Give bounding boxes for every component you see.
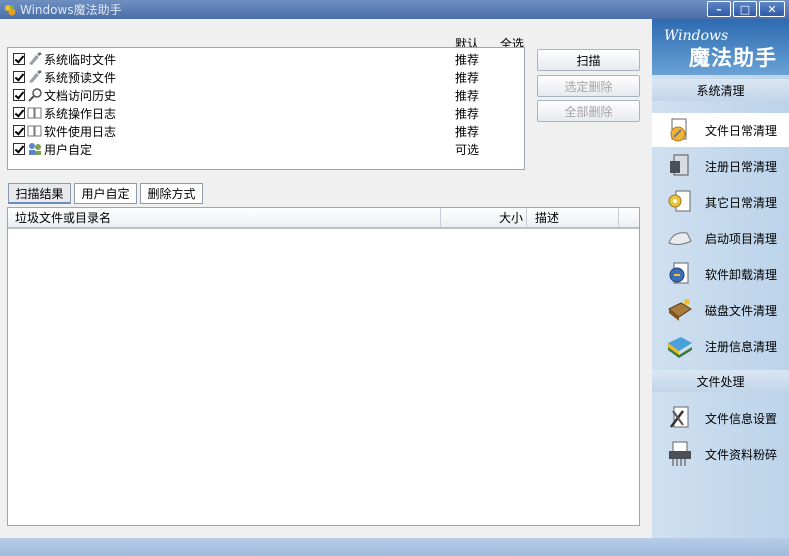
- sidebar-item-label: 注册信息清理: [705, 339, 778, 354]
- list-item[interactable]: 用户自定 可选: [13, 141, 513, 157]
- sidebar-item-file-daily-clean[interactable]: 文件日常清理: [652, 113, 789, 147]
- window-controls: – □ ✕: [705, 1, 785, 17]
- checkbox[interactable]: [13, 107, 25, 119]
- minimize-button[interactable]: –: [707, 1, 731, 17]
- item-label: 系统操作日志: [44, 106, 117, 121]
- results-table: 垃圾文件或目录名 大小 描述: [7, 207, 640, 526]
- registry-icon: [670, 154, 689, 176]
- item-label: 系统预读文件: [44, 70, 117, 85]
- book-icon: [27, 107, 42, 119]
- sidebar-item-registry-daily-clean[interactable]: 注册日常清理: [652, 149, 789, 183]
- checkbox[interactable]: [13, 125, 25, 137]
- sidebar-item-label: 文件信息设置: [705, 411, 778, 426]
- book-icon: [27, 125, 42, 137]
- column-extra-header: [619, 208, 639, 227]
- list-item[interactable]: 系统操作日志 推荐: [13, 105, 513, 121]
- broom-icon: [29, 52, 42, 65]
- sidebar-item-label: 磁盘文件清理: [705, 303, 778, 318]
- column-name-header[interactable]: 垃圾文件或目录名: [8, 208, 441, 227]
- checkbox[interactable]: [13, 89, 25, 101]
- uninstall-icon: [669, 262, 689, 284]
- registry-info-icon: [668, 337, 692, 358]
- sidebar-item-label: 启动项目清理: [705, 231, 778, 246]
- app-icon: [5, 4, 16, 15]
- logo: Windows 魔法助手: [652, 19, 789, 75]
- magnifier-doc-icon: [28, 88, 42, 102]
- main-panel: 默认 全选 系统临时文件 推荐 系统预读文件 推荐 文档访问历史 推荐 系统操作…: [0, 19, 652, 538]
- sidebar-item-label: 文件日常清理: [705, 123, 778, 138]
- section-file-processing[interactable]: 文件处理: [652, 370, 789, 392]
- column-desc-header[interactable]: 描述: [527, 208, 619, 227]
- delete-selected-button[interactable]: 选定删除: [537, 75, 640, 97]
- sidebar-item-other-daily-clean[interactable]: 其它日常清理: [652, 185, 789, 219]
- gear-doc-icon: [668, 190, 691, 212]
- disk-icon: [668, 299, 692, 321]
- checkbox[interactable]: [13, 143, 25, 155]
- checkbox[interactable]: [13, 71, 25, 83]
- delete-all-button[interactable]: 全部删除: [537, 100, 640, 122]
- table-header: 垃圾文件或目录名 大小 描述: [8, 208, 639, 229]
- column-size-header[interactable]: 大小: [441, 208, 527, 227]
- tab-user-defined[interactable]: 用户自定: [74, 183, 137, 204]
- maximize-button[interactable]: □: [733, 1, 757, 17]
- list-item[interactable]: 系统临时文件 推荐: [13, 51, 513, 67]
- sidebar-item-label: 注册日常清理: [705, 159, 778, 174]
- section-system-clean[interactable]: 系统清理: [652, 79, 789, 101]
- close-button[interactable]: ✕: [759, 1, 785, 17]
- list-item[interactable]: 软件使用日志 推荐: [13, 123, 513, 139]
- sidebar-item-label: 软件卸载清理: [705, 267, 778, 282]
- item-label: 软件使用日志: [44, 124, 117, 139]
- sidebar-item-file-shredder[interactable]: 文件资料粉碎: [652, 437, 789, 471]
- logo-main-text: 魔法助手: [689, 46, 777, 70]
- item-recommend: 推荐: [455, 88, 480, 103]
- sidebar-item-uninstall-clean[interactable]: 软件卸载清理: [652, 257, 789, 291]
- sidebar: Windows 魔法助手 系统清理 文件日常清理 注册日常清理 其它日常清理 启…: [652, 19, 789, 538]
- item-recommend: 推荐: [455, 70, 480, 85]
- item-recommend: 可选: [455, 142, 480, 157]
- file-clean-icon: [670, 118, 687, 142]
- window-title: Windows魔法助手: [20, 3, 122, 17]
- sidebar-item-registry-info-clean[interactable]: 注册信息清理: [652, 329, 789, 363]
- sidebar-item-startup-clean[interactable]: 启动项目清理: [652, 221, 789, 255]
- shredder-icon: [669, 441, 691, 466]
- item-label: 用户自定: [44, 142, 93, 157]
- startup-icon: [668, 232, 692, 246]
- tab-scan-results[interactable]: 扫描结果: [8, 183, 71, 204]
- sidebar-item-file-info-settings[interactable]: 文件信息设置: [652, 401, 789, 435]
- checkbox[interactable]: [13, 53, 25, 65]
- list-item[interactable]: 系统预读文件 推荐: [13, 69, 513, 85]
- scan-button[interactable]: 扫描: [537, 49, 640, 71]
- list-item[interactable]: 文档访问历史 推荐: [13, 87, 513, 103]
- users-icon: [29, 143, 41, 155]
- sidebar-item-disk-clean[interactable]: 磁盘文件清理: [652, 293, 789, 327]
- broom-icon: [29, 70, 42, 83]
- item-recommend: 推荐: [455, 52, 480, 67]
- status-bar: [0, 538, 789, 556]
- tab-delete-mode[interactable]: 删除方式: [140, 183, 203, 204]
- item-label: 系统临时文件: [44, 52, 117, 67]
- item-recommend: 推荐: [455, 106, 480, 121]
- file-settings-icon: [670, 406, 689, 428]
- item-label: 文档访问历史: [44, 88, 117, 103]
- sidebar-item-label: 其它日常清理: [705, 195, 778, 210]
- title-bar: Windows魔法助手 – □ ✕: [0, 0, 789, 19]
- sidebar-item-label: 文件资料粉碎: [705, 447, 778, 462]
- item-recommend: 推荐: [455, 124, 480, 139]
- clean-items-list: 系统临时文件 推荐 系统预读文件 推荐 文档访问历史 推荐 系统操作日志 推荐 …: [7, 47, 525, 170]
